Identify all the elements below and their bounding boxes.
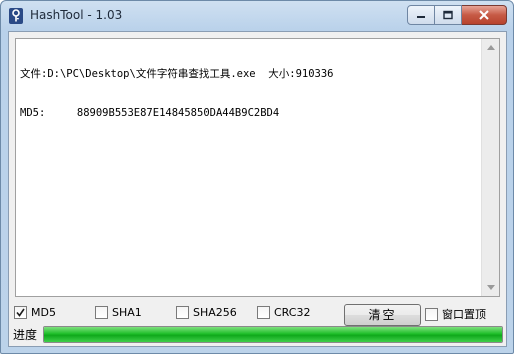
output-textbox[interactable]: 文件:D:\PC\Desktop\文件字符串查找工具.exe 大小:910336… [15,38,500,297]
md5-label: MD5 [31,306,56,319]
window-title: HashTool - 1.03 [30,8,123,22]
output-text: 文件:D:\PC\Desktop\文件字符串查找工具.exe 大小:910336… [20,42,479,146]
topmost-checkbox-box[interactable] [425,307,438,321]
scroll-up-arrow[interactable] [482,39,499,56]
progress-fill [44,327,502,342]
title-bar[interactable]: HashTool - 1.03 [1,1,513,31]
output-line-file: 文件:D:\PC\Desktop\文件字符串查找工具.exe 大小:910336 [20,68,334,80]
close-icon [479,10,489,20]
crc32-checkbox-box[interactable] [257,306,270,319]
md5-checkbox[interactable]: MD5 [14,306,56,319]
app-window: HashTool - 1.03 文件:D:\PC\Desktop\文件字符串查找… [0,0,514,354]
topmost-label: 窗口置顶 [442,308,486,321]
topmost-checkbox[interactable]: 窗口置顶 [425,306,486,322]
scroll-down-arrow[interactable] [482,279,499,296]
progress-label: 进度 [13,328,38,342]
progress-bar [43,326,503,343]
client-area: 文件:D:\PC\Desktop\文件字符串查找工具.exe 大小:910336… [8,31,507,347]
sha256-checkbox-box[interactable] [176,306,189,319]
md5-checkbox-box[interactable] [14,306,27,319]
vertical-scrollbar[interactable] [481,39,499,296]
maximize-button[interactable] [435,5,462,25]
sha1-checkbox-box[interactable] [95,306,108,319]
chevron-up-icon [486,45,495,50]
chevron-down-icon [486,285,495,290]
sha256-label: SHA256 [193,306,237,319]
minimize-button[interactable] [407,5,435,25]
clear-button[interactable]: 清空 [344,304,421,326]
checkmark-icon [16,308,25,317]
key-icon [8,7,24,25]
options-bar: MD5 SHA1 SHA256 CRC32 清空 窗口置顶 [14,304,500,326]
crc32-label: CRC32 [274,306,311,319]
sha1-checkbox[interactable]: SHA1 [95,306,142,319]
sha1-label: SHA1 [112,306,142,319]
caption-buttons [407,5,507,25]
output-line-md5: MD5: 88909B553E87E14845850DA44B9C2BD4 [20,107,280,119]
close-button[interactable] [462,5,507,25]
minimize-icon [417,16,425,18]
progress-row: 进度 [13,325,503,343]
crc32-checkbox[interactable]: CRC32 [257,306,310,319]
maximize-icon [443,10,453,20]
sha256-checkbox[interactable]: SHA256 [176,306,237,319]
